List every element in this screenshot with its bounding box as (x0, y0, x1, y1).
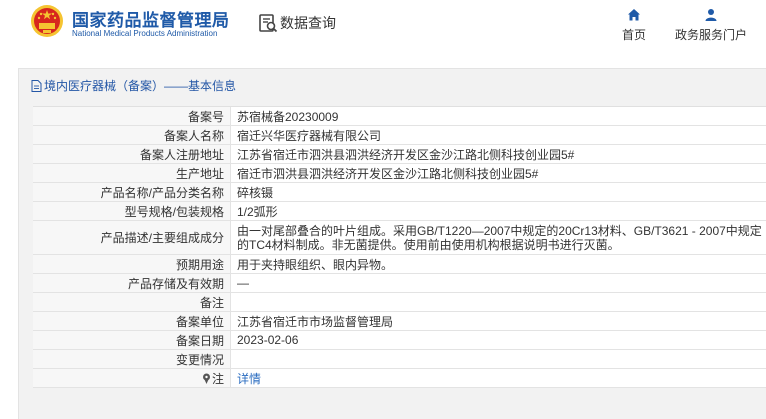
panel-title-text: 境内医疗器械（备案）——基本信息 (44, 79, 237, 93)
field-label: 注 (211, 371, 224, 386)
table-row: 预期用途 用于夹持眼组织、眼内异物。 (33, 255, 766, 274)
field-label: 备案日期 (33, 331, 231, 349)
field-value (231, 350, 766, 368)
site-header: 国家药品监督管理局 National Medical Products Admi… (0, 0, 766, 58)
field-value: 江苏省宿迁市泗洪县泗洪经济开发区金沙江路北侧科技创业园5# (231, 145, 766, 163)
user-icon (705, 9, 717, 21)
field-value: 2023-02-06 (231, 331, 766, 349)
site-name[interactable]: 国家药品监督管理局 (72, 6, 230, 31)
field-label: 产品描述/主要组成成分 (33, 221, 231, 254)
field-label: 产品存储及有效期 (33, 274, 231, 292)
field-label: 备案人名称 (33, 126, 231, 144)
field-label: 预期用途 (33, 255, 231, 273)
data-query-icon (259, 14, 278, 33)
pin-icon (202, 373, 210, 384)
table-row: 备案人名称 宿迁兴华医疗器械有限公司 (33, 126, 766, 145)
home-icon (628, 9, 640, 21)
table-row: 产品名称/产品分类名称 碎核镊 (33, 183, 766, 202)
panel-title: 境内医疗器械（备案）——基本信息 (31, 77, 236, 94)
field-value: 宿迁兴华医疗器械有限公司 (231, 126, 766, 144)
field-label: 备案号 (33, 107, 231, 125)
field-value: 用于夹持眼组织、眼内异物。 (231, 255, 766, 273)
nav-service-label: 政务服务门户 (674, 28, 747, 42)
note-label-cell: 注 (33, 369, 231, 387)
field-label: 产品名称/产品分类名称 (33, 183, 231, 201)
field-label: 备注 (33, 293, 231, 311)
record-panel: 境内医疗器械（备案）——基本信息 备案号 苏宿械备20230009 备案人名称 … (18, 68, 766, 419)
table-row: 备案号 苏宿械备20230009 (33, 107, 766, 126)
note-value-cell: 详情 (231, 369, 766, 387)
record-table: 备案号 苏宿械备20230009 备案人名称 宿迁兴华医疗器械有限公司 备案人注… (33, 106, 766, 388)
document-icon (31, 79, 42, 92)
field-value: 1/2弧形 (231, 202, 766, 220)
nav-service-portal[interactable]: 政务服务门户 (672, 8, 750, 43)
details-link[interactable]: 详情 (237, 370, 261, 387)
nav-home-label: 首页 (621, 28, 646, 42)
field-value (231, 293, 766, 311)
field-label: 备案单位 (33, 312, 231, 330)
field-label: 备案人注册地址 (33, 145, 231, 163)
field-value: 宿迁市泗洪县泗洪经济开发区金沙江路北侧科技创业园5# (231, 164, 766, 182)
field-value: 碎核镊 (231, 183, 766, 201)
table-row: 备案单位 江苏省宿迁市市场监督管理局 (33, 312, 766, 331)
table-row: 产品存储及有效期 — (33, 274, 766, 293)
table-row: 备注 (33, 293, 766, 312)
field-value: — (231, 274, 766, 292)
table-row: 备案日期 2023-02-06 (33, 331, 766, 350)
data-query-label: 数据查询 (280, 15, 336, 31)
table-row: 注 详情 (33, 369, 766, 388)
table-row: 备案人注册地址 江苏省宿迁市泗洪县泗洪经济开发区金沙江路北侧科技创业园5# (33, 145, 766, 164)
table-row: 型号规格/包装规格 1/2弧形 (33, 202, 766, 221)
field-label: 生产地址 (33, 164, 231, 182)
table-row: 生产地址 宿迁市泗洪县泗洪经济开发区金沙江路北侧科技创业园5# (33, 164, 766, 183)
field-value: 由一对尾部叠合的叶片组成。采用GB/T1220—2007中规定的20Cr13材料… (231, 221, 766, 254)
field-label: 变更情况 (33, 350, 231, 368)
data-query-link[interactable]: 数据查询 (258, 12, 336, 34)
field-value: 江苏省宿迁市市场监督管理局 (231, 312, 766, 330)
table-row: 变更情况 (33, 350, 766, 369)
field-value: 苏宿械备20230009 (231, 107, 766, 125)
national-emblem-icon (31, 5, 63, 37)
site-name-en[interactable]: National Medical Products Administration (72, 29, 217, 38)
nav-home[interactable]: 首页 (618, 8, 650, 43)
table-row: 产品描述/主要组成成分 由一对尾部叠合的叶片组成。采用GB/T1220—2007… (33, 221, 766, 255)
field-label: 型号规格/包装规格 (33, 202, 231, 220)
